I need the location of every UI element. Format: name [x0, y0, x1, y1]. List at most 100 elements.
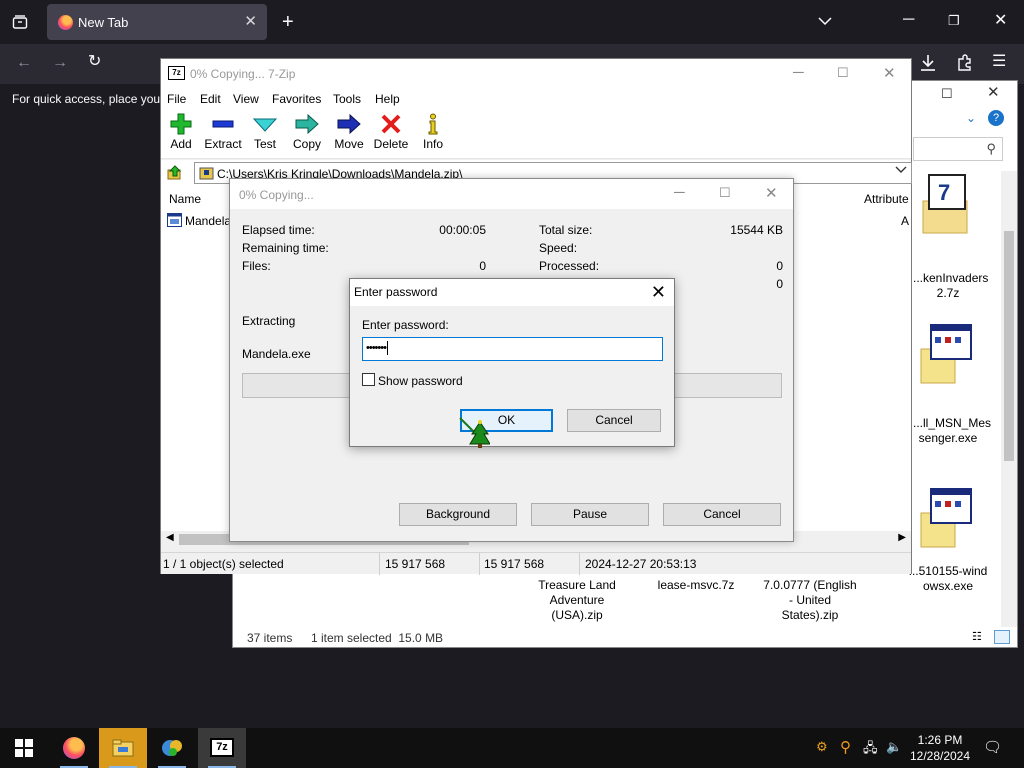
extensions-icon[interactable] — [956, 54, 973, 75]
file-label[interactable]: ...510155-wind owsx.exe — [903, 564, 993, 594]
exe-file-thumbnail[interactable] — [913, 485, 983, 556]
extract-label: Extract — [204, 137, 242, 151]
processed-value: 0 — [776, 259, 783, 273]
menu-favorites[interactable]: Favorites — [272, 92, 321, 106]
test-button[interactable]: Test — [242, 113, 288, 151]
taskbar-file-explorer[interactable] — [99, 728, 147, 768]
move-button[interactable]: Move — [326, 113, 372, 151]
file-label[interactable]: lease-msvc.7z — [651, 578, 741, 593]
new-tab-button[interactable]: + — [282, 12, 294, 32]
password-cancel-button[interactable]: Cancel — [567, 409, 661, 432]
files-value: 0 — [479, 259, 486, 273]
close-tab-icon[interactable]: ✕ — [244, 12, 257, 30]
browser-tab-new-tab[interactable]: New Tab ✕ — [47, 4, 267, 40]
password-input[interactable]: ••••••• — [362, 337, 663, 361]
file-row-name: Mandela — [185, 214, 232, 228]
text-caret — [386, 341, 388, 355]
show-password-checkbox[interactable] — [362, 373, 375, 386]
info-button[interactable]: Info — [410, 113, 456, 151]
restore-icon[interactable]: ❐ — [948, 14, 960, 27]
taskbar-clock[interactable]: 1:26 PM 12/28/2024 — [900, 732, 980, 764]
close-window-icon[interactable]: ✕ — [994, 13, 1007, 29]
progress-close-icon[interactable]: ✕ — [765, 184, 778, 202]
background-button[interactable]: Background — [399, 503, 517, 526]
reload-icon[interactable]: ↻ — [88, 54, 101, 70]
elapsed-time-value: 00:00:05 — [439, 223, 486, 237]
column-header-attributes[interactable]: Attribute — [864, 192, 909, 206]
up-folder-icon[interactable] — [167, 164, 183, 183]
list-all-tabs-chevron-icon[interactable] — [818, 14, 832, 30]
address-dropdown-icon[interactable] — [895, 166, 907, 177]
firefox-logo-icon — [58, 15, 73, 30]
enter-password-dialog: Enter password ✕ Enter password: •••••••… — [349, 278, 675, 447]
progress-minimize-icon[interactable]: ─ — [674, 184, 685, 201]
progress-maximize-icon[interactable]: ☐ — [719, 185, 731, 201]
progress-cancel-button[interactable]: Cancel — [663, 503, 781, 526]
back-icon[interactable]: ← — [16, 55, 32, 71]
explorer-close-icon[interactable]: ✕ — [987, 83, 1000, 101]
file-label[interactable]: ...ll_MSN_Mes senger.exe — [913, 416, 991, 446]
taskbar-7zip[interactable]: 7z — [198, 728, 246, 768]
scroll-left-icon[interactable]: ◀ — [166, 532, 174, 543]
show-password-label[interactable]: Show password — [378, 374, 463, 388]
exe-file-thumbnail[interactable] — [913, 321, 983, 392]
status-separator — [479, 553, 480, 575]
minimize-icon[interactable]: ─ — [903, 12, 914, 28]
menu-help[interactable]: Help — [375, 92, 400, 106]
7zip-close-icon[interactable]: ✕ — [883, 64, 896, 82]
copy-label: Copy — [292, 137, 321, 151]
taskbar-firefox[interactable] — [50, 728, 98, 768]
file-label[interactable]: 7.0.0777 (English - United States).zip — [755, 578, 865, 623]
delete-button[interactable]: Delete — [368, 113, 414, 151]
start-button[interactable] — [0, 728, 48, 768]
status-separator — [379, 553, 380, 575]
7zip-toolbar: Add Extract Test Copy Move Delete Info — [161, 109, 911, 159]
notifications-icon[interactable]: 🗨 — [983, 738, 1002, 756]
app-menu-icon[interactable]: ☰ — [992, 54, 1006, 70]
status-size: 15 917 568 — [385, 557, 446, 571]
7zip-minimize-icon[interactable]: ─ — [793, 64, 804, 81]
menu-view[interactable]: View — [233, 92, 259, 106]
7zip-status-bar: 1 / 1 object(s) selected 15 917 568 15 9… — [161, 552, 911, 575]
menu-tools[interactable]: Tools — [333, 92, 361, 106]
7zip-menu-bar: File Edit View Favorites Tools Help — [161, 89, 911, 109]
menu-file[interactable]: File — [167, 92, 186, 106]
file-label[interactable]: Treasure Land Adventure (USA).zip — [527, 578, 627, 623]
add-label: Add — [170, 137, 192, 151]
details-view-icon[interactable]: ☷ — [971, 630, 987, 644]
7z-file-thumbnail[interactable]: 7 — [913, 173, 983, 240]
explorer-ribbon-chevron-icon[interactable]: ⌄ — [966, 111, 976, 125]
explorer-maximize-icon[interactable]: ☐ — [941, 86, 953, 102]
help-icon[interactable]: ? — [988, 110, 1004, 126]
column-header-name[interactable]: Name — [169, 192, 201, 206]
taskbar-app[interactable] — [148, 728, 196, 768]
elapsed-time-label: Elapsed time: — [242, 223, 315, 237]
add-button[interactable]: Add — [158, 113, 204, 151]
password-dialog-title: Enter password — [354, 285, 438, 299]
scrollbar-thumb[interactable] — [1004, 231, 1014, 461]
scroll-right-icon[interactable]: ▶ — [898, 532, 906, 543]
files-label: Files: — [242, 259, 271, 273]
move-label: Move — [334, 137, 364, 151]
network-status-icon[interactable]: ⚙ — [816, 739, 828, 755]
large-icons-view-icon[interactable] — [994, 630, 1010, 644]
network-icon[interactable]: 🖧 — [863, 739, 878, 761]
explorer-vertical-scrollbar[interactable] — [1001, 171, 1017, 627]
total-size-label: Total size: — [539, 223, 593, 237]
explorer-search-box[interactable]: ⚲ — [913, 137, 1003, 161]
search-tray-icon[interactable]: ⚲ — [840, 738, 851, 756]
explorer-status-item-count: 37 items — [247, 631, 293, 645]
forward-icon[interactable]: → — [52, 55, 68, 71]
file-label[interactable]: ...kenInvaders 2.7z — [913, 271, 988, 301]
password-close-icon[interactable]: ✕ — [651, 281, 666, 303]
7zip-maximize-icon[interactable]: ☐ — [837, 65, 849, 81]
menu-edit[interactable]: Edit — [200, 92, 221, 106]
copy-button[interactable]: Copy — [284, 113, 330, 151]
7zip-app-icon: 7z — [168, 66, 185, 80]
tab-list-icon[interactable] — [12, 14, 28, 34]
downloads-icon[interactable] — [920, 54, 936, 76]
move-icon — [337, 113, 361, 135]
extract-button[interactable]: Extract — [200, 113, 246, 151]
pause-button[interactable]: Pause — [531, 503, 649, 526]
status-modified: 2024-12-27 20:53:13 — [585, 557, 697, 571]
